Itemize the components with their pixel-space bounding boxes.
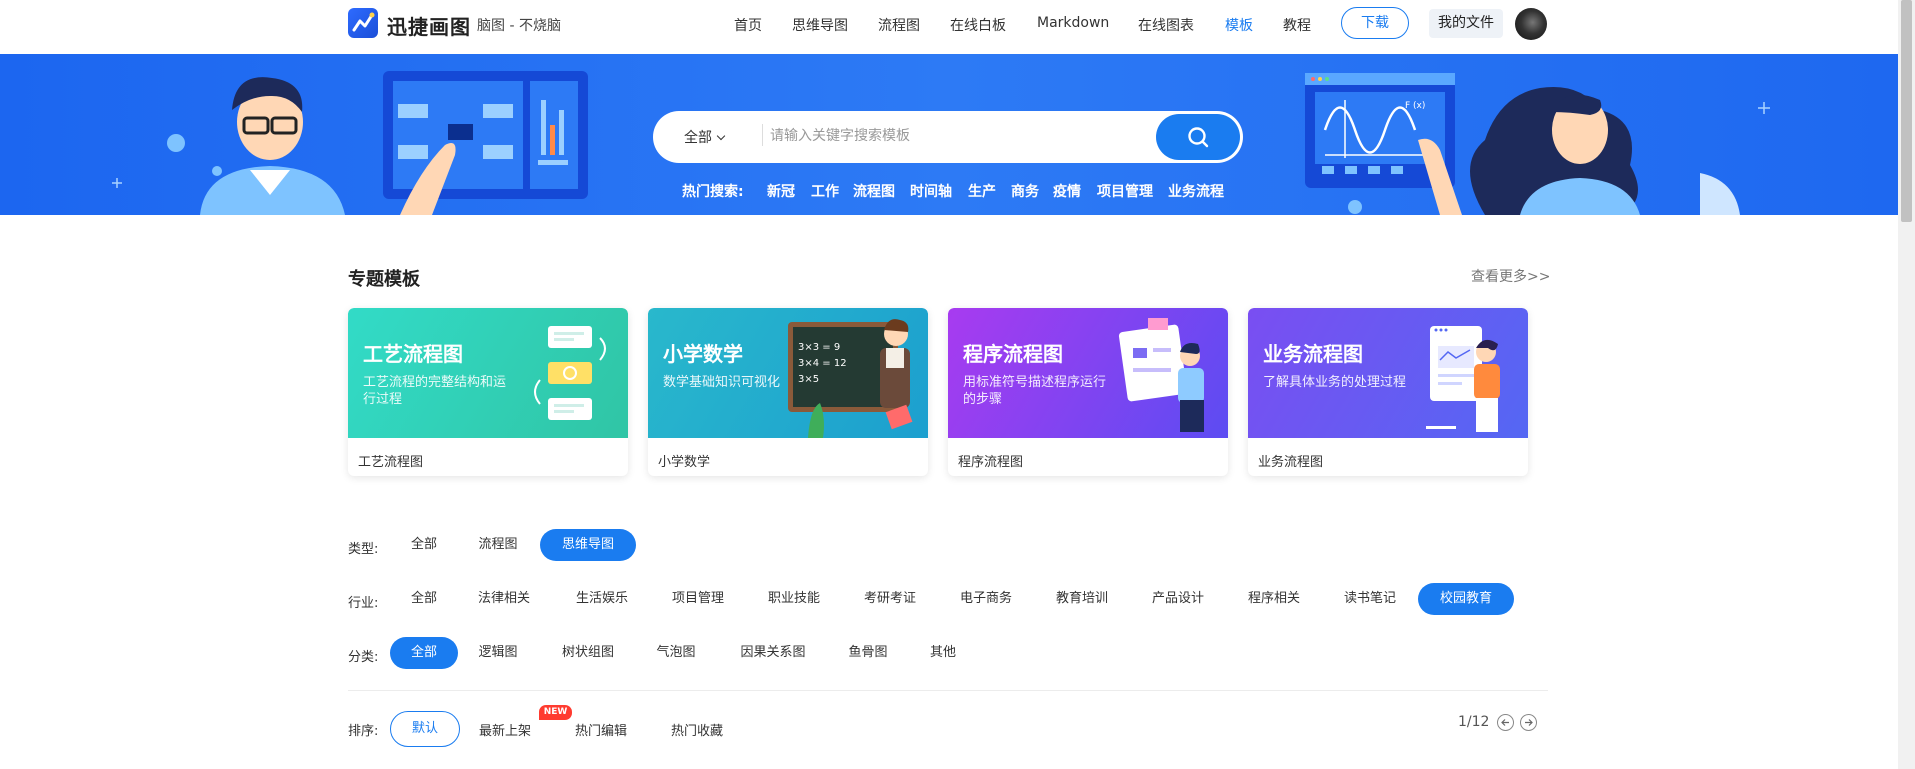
type-filter-label: 类型: bbox=[348, 542, 379, 557]
next-page-button[interactable] bbox=[1520, 714, 1537, 731]
logo-icon[interactable] bbox=[348, 8, 378, 38]
hot-search-label: 热门搜索: bbox=[682, 184, 744, 200]
hot-search-item[interactable]: 时间轴 bbox=[910, 181, 952, 201]
filter-industry-ecommerce[interactable]: 电子商务 bbox=[948, 583, 1024, 615]
brand-slogan: 脑图 - 不烧脑 bbox=[477, 18, 561, 34]
my-files-button[interactable]: 我的文件 bbox=[1429, 9, 1503, 38]
business-illustration bbox=[1426, 326, 1500, 432]
sort-newest[interactable]: 最新上架 bbox=[479, 720, 531, 739]
card-caption: 业务流程图 bbox=[1258, 455, 1324, 470]
arrow-left-icon bbox=[1501, 719, 1509, 726]
download-button[interactable]: 下载 bbox=[1341, 7, 1409, 39]
hot-search-item[interactable]: 商务 bbox=[1011, 181, 1039, 201]
filter-category-bubble[interactable]: 气泡图 bbox=[646, 637, 706, 669]
prev-page-button[interactable] bbox=[1497, 714, 1514, 731]
sort-label: 排序: bbox=[348, 724, 379, 739]
avatar[interactable] bbox=[1515, 8, 1547, 40]
hot-search-item[interactable]: 流程图 bbox=[853, 181, 895, 201]
topic-card-craft-flow[interactable]: 工艺流程图 工艺流程的完整结构和运行过程 工艺流程图 bbox=[348, 308, 628, 476]
sort-default-button[interactable]: 默认 bbox=[390, 711, 460, 747]
card-title: 程序流程图 bbox=[963, 342, 1063, 366]
card-description: 数学基础知识可视化 bbox=[663, 375, 781, 390]
hot-search-item[interactable]: 新冠 bbox=[767, 181, 795, 201]
sort-hot-edit[interactable]: 热门编辑 bbox=[575, 720, 627, 739]
arrow-right-icon bbox=[1525, 719, 1533, 726]
hot-search-item[interactable]: 业务流程 bbox=[1168, 181, 1224, 201]
divider bbox=[348, 690, 1548, 691]
search-divider bbox=[762, 124, 763, 146]
board-text: 3×4 = 12 bbox=[798, 358, 847, 369]
card-description: 用标准符号描述程序运行的步骤 bbox=[963, 375, 1107, 407]
chevron-down-icon bbox=[716, 131, 726, 141]
filter-type-mindmap[interactable]: 思维导图 bbox=[540, 529, 636, 561]
card-caption: 工艺流程图 bbox=[358, 455, 424, 470]
hot-search-item[interactable]: 疫情 bbox=[1053, 181, 1081, 201]
card-title: 小学数学 bbox=[663, 342, 743, 366]
filter-industry-programming[interactable]: 程序相关 bbox=[1236, 583, 1312, 615]
filter-industry-skills[interactable]: 职业技能 bbox=[756, 583, 832, 615]
search-scope-label: 全部 bbox=[684, 130, 712, 146]
card-cover: 程序流程图 用标准符号描述程序运行的步骤 bbox=[948, 308, 1228, 438]
brand-name[interactable]: 迅捷画图 bbox=[387, 11, 471, 40]
filter-industry-lifestyle[interactable]: 生活娱乐 bbox=[564, 583, 640, 615]
card-title: 业务流程图 bbox=[1263, 342, 1363, 366]
filter-industry-exam[interactable]: 考研考证 bbox=[852, 583, 928, 615]
filter-industry-law[interactable]: 法律相关 bbox=[466, 583, 542, 615]
card-title: 工艺流程图 bbox=[363, 342, 463, 366]
nav-mindmap[interactable]: 思维导图 bbox=[792, 15, 848, 35]
card-cover: 业务流程图 了解具体业务的处理过程 bbox=[1248, 308, 1528, 438]
filter-category-other[interactable]: 其他 bbox=[918, 637, 968, 669]
nav-home[interactable]: 首页 bbox=[734, 15, 762, 35]
topic-card-program-flow[interactable]: 程序流程图 用标准符号描述程序运行的步骤 程序流程图 bbox=[948, 308, 1228, 476]
nav-tutorial[interactable]: 教程 bbox=[1283, 15, 1311, 35]
hot-search-item[interactable]: 生产 bbox=[968, 181, 996, 201]
filter-industry-reading[interactable]: 读书笔记 bbox=[1332, 583, 1408, 615]
filter-type-flowchart[interactable]: 流程图 bbox=[464, 529, 532, 561]
topic-card-primary-math[interactable]: 3×3 = 9 3×4 = 12 3×5 小学数学 数学基础知识可视化 小学数学 bbox=[648, 308, 928, 476]
nav-templates[interactable]: 模板 bbox=[1225, 15, 1253, 35]
card-cover: 工艺流程图 工艺流程的完整结构和运行过程 bbox=[348, 308, 628, 438]
search-input[interactable] bbox=[770, 122, 1140, 150]
nav-whiteboard[interactable]: 在线白板 bbox=[950, 15, 1006, 35]
flow-illustration bbox=[534, 326, 606, 420]
new-badge: NEW bbox=[539, 705, 572, 720]
filter-industry-education[interactable]: 教育培训 bbox=[1044, 583, 1120, 615]
card-caption: 程序流程图 bbox=[958, 455, 1024, 470]
hot-search-item[interactable]: 工作 bbox=[811, 181, 839, 201]
filter-category-fishbone[interactable]: 鱼骨图 bbox=[840, 637, 896, 669]
nav-online-chart[interactable]: 在线图表 bbox=[1138, 15, 1194, 35]
topic-card-business-flow[interactable]: 业务流程图 了解具体业务的处理过程 业务流程图 bbox=[1248, 308, 1528, 476]
board-text: 3×3 = 9 bbox=[798, 342, 840, 353]
scrollbar-thumb[interactable] bbox=[1901, 0, 1912, 222]
top-header: 迅捷画图 脑图 - 不烧脑 首页 思维导图 流程图 在线白板 Markdown … bbox=[0, 0, 1898, 54]
teacher-illustration: 3×3 = 9 3×4 = 12 3×5 bbox=[788, 319, 913, 438]
nav-flowchart[interactable]: 流程图 bbox=[878, 15, 920, 35]
card-description: 了解具体业务的处理过程 bbox=[1263, 375, 1407, 390]
search-icon bbox=[1188, 127, 1209, 148]
filter-category-causal[interactable]: 因果关系图 bbox=[728, 637, 818, 669]
section-title: 专题模板 bbox=[348, 269, 420, 290]
chart-label: F (x) bbox=[1405, 101, 1425, 111]
hot-search-item[interactable]: 项目管理 bbox=[1097, 181, 1153, 201]
see-more-link[interactable]: 查看更多>> bbox=[1471, 266, 1550, 286]
card-caption: 小学数学 bbox=[658, 455, 711, 470]
filter-industry-campus[interactable]: 校园教育 bbox=[1418, 583, 1514, 615]
filter-type-all[interactable]: 全部 bbox=[400, 529, 448, 561]
program-illustration bbox=[1118, 318, 1204, 432]
filter-industry-all[interactable]: 全部 bbox=[400, 583, 448, 615]
category-filter-label: 分类: bbox=[348, 650, 379, 665]
filter-category-tree[interactable]: 树状组图 bbox=[548, 637, 628, 669]
search-button[interactable] bbox=[1156, 114, 1240, 160]
filter-industry-project[interactable]: 项目管理 bbox=[660, 583, 736, 615]
sort-hot-favorite[interactable]: 热门收藏 bbox=[671, 720, 723, 739]
nav-markdown[interactable]: Markdown bbox=[1037, 15, 1109, 31]
industry-filter-label: 行业: bbox=[348, 596, 379, 611]
card-cover: 3×3 = 9 3×4 = 12 3×5 小学数学 数学基础知识可视化 bbox=[648, 308, 928, 438]
filter-industry-product[interactable]: 产品设计 bbox=[1140, 583, 1216, 615]
filter-category-all[interactable]: 全部 bbox=[390, 637, 458, 669]
pager-indicator: 1/12 bbox=[1458, 714, 1490, 730]
filter-category-logic[interactable]: 逻辑图 bbox=[470, 637, 526, 669]
card-description: 工艺流程的完整结构和运行过程 bbox=[363, 375, 507, 407]
search-scope-dropdown[interactable]: 全部 bbox=[684, 127, 726, 147]
